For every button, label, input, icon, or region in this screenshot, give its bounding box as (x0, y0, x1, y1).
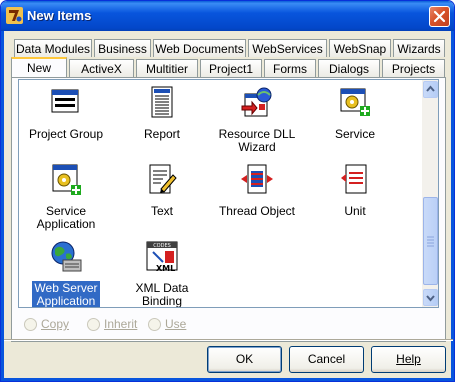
item-resource-dll-wizard[interactable]: Resource DLL Wizard (207, 86, 307, 155)
resource-dll-wizard-icon (241, 87, 272, 117)
item-label: Web Server Application (31, 280, 101, 308)
tab-business[interactable]: Business (94, 39, 151, 57)
scroll-thumb[interactable] (423, 197, 438, 285)
close-button[interactable] (429, 6, 450, 27)
xml-data-binding-icon: CODES XML (146, 241, 178, 273)
tab-web-documents[interactable]: Web Documents (153, 39, 246, 57)
tab-websnap[interactable]: WebSnap (329, 39, 391, 57)
item-project-group[interactable]: Project Group (19, 86, 116, 142)
item-report[interactable]: Report (112, 86, 212, 142)
xml-icon-xml-text: XML (156, 264, 175, 273)
thread-object-icon (241, 164, 273, 194)
report-icon (151, 86, 173, 118)
frame-right (451, 31, 454, 381)
title-bar[interactable]: New Items (1, 1, 454, 31)
xml-icon-codes-text: CODES (153, 243, 171, 249)
item-label: Resource DLL Wizard (218, 127, 296, 154)
item-service[interactable]: Service (305, 86, 405, 142)
item-label: Text (150, 204, 173, 218)
new-items-dialog: New Items Data Modules Business Web Docu… (0, 0, 455, 382)
web-server-application-icon (51, 241, 82, 272)
tab-new[interactable]: New (11, 57, 67, 77)
radio-circle (24, 318, 37, 331)
delphi-app-icon (6, 7, 23, 24)
tab-data-modules[interactable]: Data Modules (14, 39, 92, 57)
ok-button[interactable]: OK (207, 346, 282, 373)
item-label: Unit (344, 204, 366, 218)
use-radio-label: Use (165, 317, 187, 331)
divider (4, 339, 453, 341)
scroll-up-button[interactable] (423, 81, 438, 98)
help-button[interactable]: Help (371, 346, 446, 373)
tab-projects[interactable]: Projects (382, 59, 445, 77)
item-label: XML Data Binding (135, 281, 189, 308)
item-label: Project Group (28, 127, 104, 141)
unit-icon (341, 164, 367, 194)
tab-webservices[interactable]: WebServices (248, 39, 327, 57)
item-service-application[interactable]: Service Application (19, 163, 116, 232)
cancel-button[interactable]: Cancel (289, 346, 364, 373)
service-icon (340, 88, 370, 116)
tab-wizards[interactable]: Wizards (393, 39, 445, 57)
copy-radio-label: Copy (41, 317, 70, 331)
tab-activex[interactable]: ActiveX (69, 59, 134, 77)
radio-circle (148, 318, 161, 331)
close-icon (433, 10, 446, 23)
item-xml-data-binding[interactable]: CODES XML XML Data Binding (112, 240, 212, 308)
scroll-down-button[interactable] (423, 289, 438, 306)
inherit-radio-label: Inherit (104, 317, 138, 331)
service-application-icon (52, 164, 81, 195)
chevron-up-icon (426, 85, 435, 92)
item-text[interactable]: Text (112, 163, 212, 219)
item-unit[interactable]: Unit (305, 163, 405, 219)
item-thread-object[interactable]: Thread Object (207, 163, 307, 219)
frame-bottom (1, 378, 454, 381)
tab-multitier[interactable]: Multitier (136, 59, 198, 77)
item-label: Service (334, 127, 375, 141)
tab-dialogs[interactable]: Dialogs (318, 59, 380, 77)
frame-left (1, 31, 4, 381)
item-label: Service Application (36, 204, 96, 231)
tab-forms[interactable]: Forms (264, 59, 316, 77)
project-group-icon (51, 89, 79, 113)
window-title: New Items (27, 8, 92, 23)
item-label: Report (143, 127, 181, 141)
item-label: Thread Object (218, 204, 296, 218)
grip-icon (427, 236, 434, 247)
item-web-server-application[interactable]: Web Server Application (19, 240, 116, 308)
radio-circle (87, 318, 100, 331)
items-listview[interactable]: Project Group Report Resource DLL Wizard… (18, 79, 423, 308)
chevron-down-icon (426, 295, 435, 302)
vertical-scrollbar[interactable] (422, 79, 439, 308)
text-icon (149, 164, 177, 194)
tab-project1[interactable]: Project1 (200, 59, 262, 77)
